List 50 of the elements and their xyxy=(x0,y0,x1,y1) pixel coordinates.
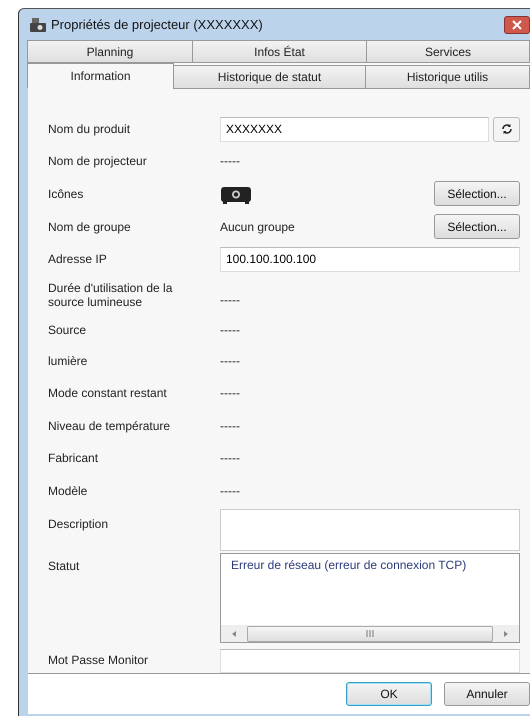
field-value: ----- xyxy=(220,154,240,168)
field-label: Mot Passe Monitor xyxy=(48,652,150,667)
text-field[interactable]: 100.100.100.100 xyxy=(220,246,520,272)
tab[interactable]: Infos État xyxy=(192,40,367,63)
field-label: Description xyxy=(48,516,110,531)
field-label: lumière xyxy=(48,354,88,368)
selection-button[interactable]: Sélection... xyxy=(434,181,520,206)
field-label: Statut xyxy=(48,558,80,573)
ok-button[interactable]: OK xyxy=(346,682,432,706)
field-label: Nom du produit xyxy=(48,122,132,136)
field-label: Adresse IP xyxy=(48,252,108,266)
field-value: ----- xyxy=(220,484,240,498)
scroll-right-icon[interactable] xyxy=(503,630,509,638)
field-label: Icônes xyxy=(48,186,84,200)
field-value: ----- xyxy=(220,418,240,432)
refresh-button[interactable] xyxy=(493,116,520,142)
field-label: Fabricant xyxy=(48,451,100,465)
window-title: Propriétés de projecteur (XXXXXXX) xyxy=(51,17,263,32)
description-field[interactable] xyxy=(220,509,520,551)
field-value: ----- xyxy=(220,354,240,368)
field-value: ----- xyxy=(220,292,240,307)
tab[interactable]: Information xyxy=(27,63,174,89)
scroll-left-icon[interactable] xyxy=(231,630,237,638)
field-label: Niveau de température xyxy=(48,418,172,432)
field-label: Mode constant restant xyxy=(48,386,168,400)
cancel-button[interactable]: Annuler xyxy=(444,682,530,706)
status-message: Erreur de réseau (erreur de connexion TCP) xyxy=(230,557,468,572)
tab[interactable]: Historique de statut xyxy=(173,65,366,89)
close-icon xyxy=(512,20,522,30)
projector-icon xyxy=(220,184,252,204)
field-label: Nom de groupe xyxy=(48,220,132,234)
text-field[interactable]: XXXXXXX xyxy=(220,116,489,142)
projector-icon xyxy=(29,16,47,32)
refresh-icon xyxy=(500,123,512,135)
field-value: Aucun groupe xyxy=(220,220,295,234)
field-label: Modèle xyxy=(48,484,88,498)
field-label: Durée d'utilisation de la source lumineuse xyxy=(48,281,174,309)
tab[interactable]: Services xyxy=(366,40,530,63)
field-value: ----- xyxy=(220,386,240,400)
password-field[interactable] xyxy=(220,649,520,673)
selection-button[interactable]: Sélection... xyxy=(434,214,520,239)
horizontal-scrollbar[interactable] xyxy=(221,625,519,642)
grip-icon xyxy=(366,630,374,637)
close-button[interactable] xyxy=(504,16,530,34)
field-value: ----- xyxy=(220,451,240,465)
tab[interactable]: Historique utilis xyxy=(365,65,530,89)
field-label: Nom de projecteur xyxy=(48,154,148,168)
field-value: ----- xyxy=(220,323,240,337)
tab[interactable]: Planning xyxy=(27,40,193,63)
field-label: Source xyxy=(48,323,88,337)
